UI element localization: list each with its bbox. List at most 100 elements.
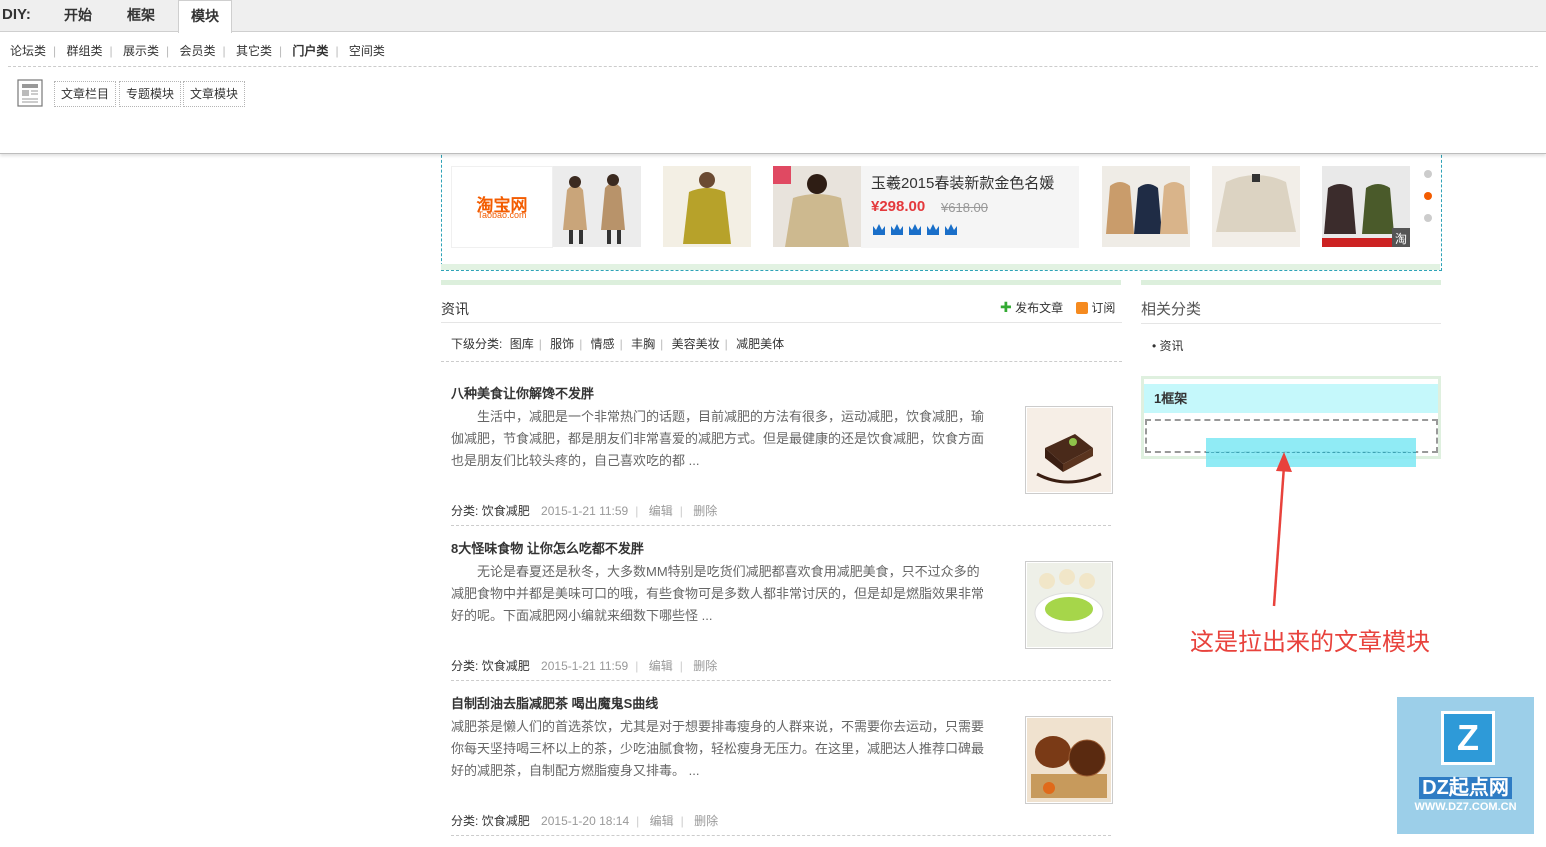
article-title[interactable]: 八种美食让你解馋不发胖 [451, 383, 594, 402]
sidebar-item[interactable]: • 资讯 [1152, 337, 1184, 354]
category-space[interactable]: 空间类 [349, 42, 385, 59]
arrow-icon [1272, 452, 1292, 607]
rss-icon [1076, 302, 1088, 314]
subcategory-link[interactable]: 服饰 [550, 337, 574, 351]
divider [441, 361, 1122, 362]
sidebar-title: 相关分类 [1141, 301, 1202, 318]
banner-frame-bottom [441, 264, 1440, 270]
divider [451, 680, 1111, 681]
product-image[interactable] [1102, 166, 1190, 247]
divider [451, 525, 1111, 526]
tab-frame[interactable]: 框架 [114, 0, 168, 31]
article-meta: 分类: 饮食减肥 2015-1-20 18:14 | 编辑 | 删除 [451, 814, 719, 828]
taobao-logo-sub: Taobao.com [477, 210, 527, 220]
category-forum[interactable]: 论坛类 [10, 42, 46, 59]
side-top-bar [1141, 280, 1441, 285]
module-category-bar: 论坛类 | 群组类 | 展示类 | 会员类 | 其它类 | 门户类 | 空间类 [10, 42, 385, 59]
list-top-bar [441, 280, 1121, 285]
bullet-icon: • [1152, 339, 1157, 353]
category-other[interactable]: 其它类 [236, 42, 272, 59]
subscribe-label: 订阅 [1091, 301, 1116, 315]
article-meta: 分类: 饮食减肥 2015-1-21 11:59 | 编辑 | 删除 [451, 659, 718, 673]
product-image[interactable] [773, 166, 861, 247]
divider [1141, 323, 1441, 324]
product-image[interactable] [663, 166, 751, 247]
subcategory-bar: 下级分类: 图库 | 服饰 | 情感 | 丰胸 | 美容美妆 | 减肥美体 [451, 337, 785, 351]
taobao-logo[interactable]: 淘宝网 Taobao.com [451, 166, 553, 248]
subcategory-link[interactable]: 减肥美体 [736, 337, 784, 351]
article-summary: 无论是春夏还是秋冬，大多数MM特别是吃货们减肥都喜欢食用减肥美食，只不过众多的减… [451, 564, 985, 623]
article-category-link[interactable]: 饮食减肥 [482, 504, 530, 518]
product-image[interactable] [1212, 166, 1300, 247]
dz7-watermark-logo: Z DZ起点网 WWW.DZ7.COM.CN [1397, 697, 1534, 834]
product-original-price: ¥618.00 [941, 200, 988, 215]
carousel-dot-active[interactable] [1424, 192, 1432, 200]
diy-tabbar: DIY: 开始 框架 模块 [0, 0, 1546, 33]
article-thumbnail[interactable] [1025, 561, 1113, 649]
article-date: 2015-1-21 11:59 [541, 659, 629, 673]
divider [441, 322, 1122, 323]
edit-link[interactable]: 编辑 [649, 659, 673, 673]
subscribe-link[interactable]: 订阅 [1076, 299, 1115, 316]
subcategory-link[interactable]: 丰胸 [631, 337, 655, 351]
product-price: ¥298.00 [871, 198, 926, 215]
divider [451, 835, 1111, 836]
category-label: 分类: [451, 504, 479, 518]
category-label: 分类: [451, 659, 479, 673]
delete-link[interactable]: 删除 [693, 659, 717, 673]
article-meta: 分类: 饮食减肥 2015-1-21 11:59 | 编辑 | 删除 [451, 504, 718, 518]
article-category-link[interactable]: 饮食减肥 [482, 659, 530, 673]
delete-link[interactable]: 删除 [694, 814, 718, 828]
crown-rating-icon [873, 224, 957, 235]
divider [8, 66, 1538, 67]
carousel-dots[interactable] [1424, 170, 1432, 236]
article-title[interactable]: 8大怪味食物 让你怎么吃都不发胖 [451, 538, 644, 557]
publish-article-link[interactable]: ✚ 发布文章 [1000, 299, 1063, 316]
delete-link[interactable]: 删除 [693, 504, 717, 518]
carousel-dot[interactable] [1424, 170, 1432, 178]
category-portal[interactable]: 门户类 [292, 42, 328, 59]
edit-link[interactable]: 编辑 [650, 814, 674, 828]
article-summary: 减肥茶是懒人们的首选茶饮，尤其是对于想要排毒瘦身的人群来说，不需要你去运动，只需… [451, 719, 985, 778]
article-thumbnail[interactable] [1025, 406, 1113, 494]
list-title: 资讯 [441, 301, 469, 317]
dz7-logo-url: WWW.DZ7.COM.CN [1414, 801, 1517, 813]
subcategory-label: 下级分类: [451, 337, 503, 351]
subcategory-link[interactable]: 美容美妆 [672, 337, 720, 351]
diy-toolbar: DIY: 开始 框架 模块 论坛类 | 群组类 | 展示类 | 会员类 | 其它类 | 门… [0, 0, 1546, 154]
article-title[interactable]: 自制刮油去脂减肥茶 喝出魔鬼S曲线 [451, 693, 658, 712]
module-article[interactable]: 文章模块 [183, 81, 246, 107]
dragged-article-module[interactable] [1206, 438, 1416, 467]
product-name: 玉羲2015春装新款金色名媛 [871, 175, 1055, 192]
carousel-dot[interactable] [1424, 214, 1432, 222]
dz7-logo-mark: Z [1441, 711, 1495, 765]
plus-icon: ✚ [1000, 299, 1012, 315]
tab-start[interactable]: 开始 [52, 0, 104, 31]
diy-frame-title[interactable]: 1框架 [1144, 384, 1438, 413]
document-module-icon [17, 79, 43, 107]
category-member[interactable]: 会员类 [179, 42, 215, 59]
article-category-link[interactable]: 饮食减肥 [482, 814, 530, 828]
svg-text:淘: 淘 [1395, 232, 1407, 246]
category-group[interactable]: 群组类 [66, 42, 102, 59]
sidebar-item-label: 资讯 [1159, 339, 1184, 353]
tab-module[interactable]: 模块 [178, 0, 232, 33]
article-date: 2015-1-21 11:59 [541, 504, 629, 518]
dz7-logo-name: DZ起点网 [1397, 771, 1534, 800]
module-topic[interactable]: 专题模块 [119, 81, 182, 107]
category-display[interactable]: 展示类 [123, 42, 159, 59]
subcategory-link[interactable]: 情感 [591, 337, 615, 351]
product-image[interactable]: 淘 [1322, 166, 1410, 247]
product-image[interactable] [553, 166, 641, 247]
edit-link[interactable]: 编辑 [649, 504, 673, 518]
category-label: 分类: [451, 814, 479, 828]
subcategory-link[interactable]: 图库 [510, 337, 534, 351]
article-summary: 生活中，减肥是一个非常热门的话题，目前减肥的方法有很多，运动减肥，饮食减肥，瑜伽… [451, 409, 985, 468]
article-thumbnail[interactable] [1025, 716, 1113, 804]
featured-product[interactable]: 玉羲2015春装新款金色名媛 ¥298.00 ¥618.00 [861, 166, 1079, 248]
module-article-column[interactable]: 文章栏目 [54, 81, 117, 107]
publish-article-label: 发布文章 [1015, 301, 1064, 315]
article-date: 2015-1-20 18:14 [541, 814, 630, 828]
diy-label: DIY: [2, 6, 31, 23]
annotation-text: 这是拉出来的文章模块 [1190, 628, 1430, 656]
